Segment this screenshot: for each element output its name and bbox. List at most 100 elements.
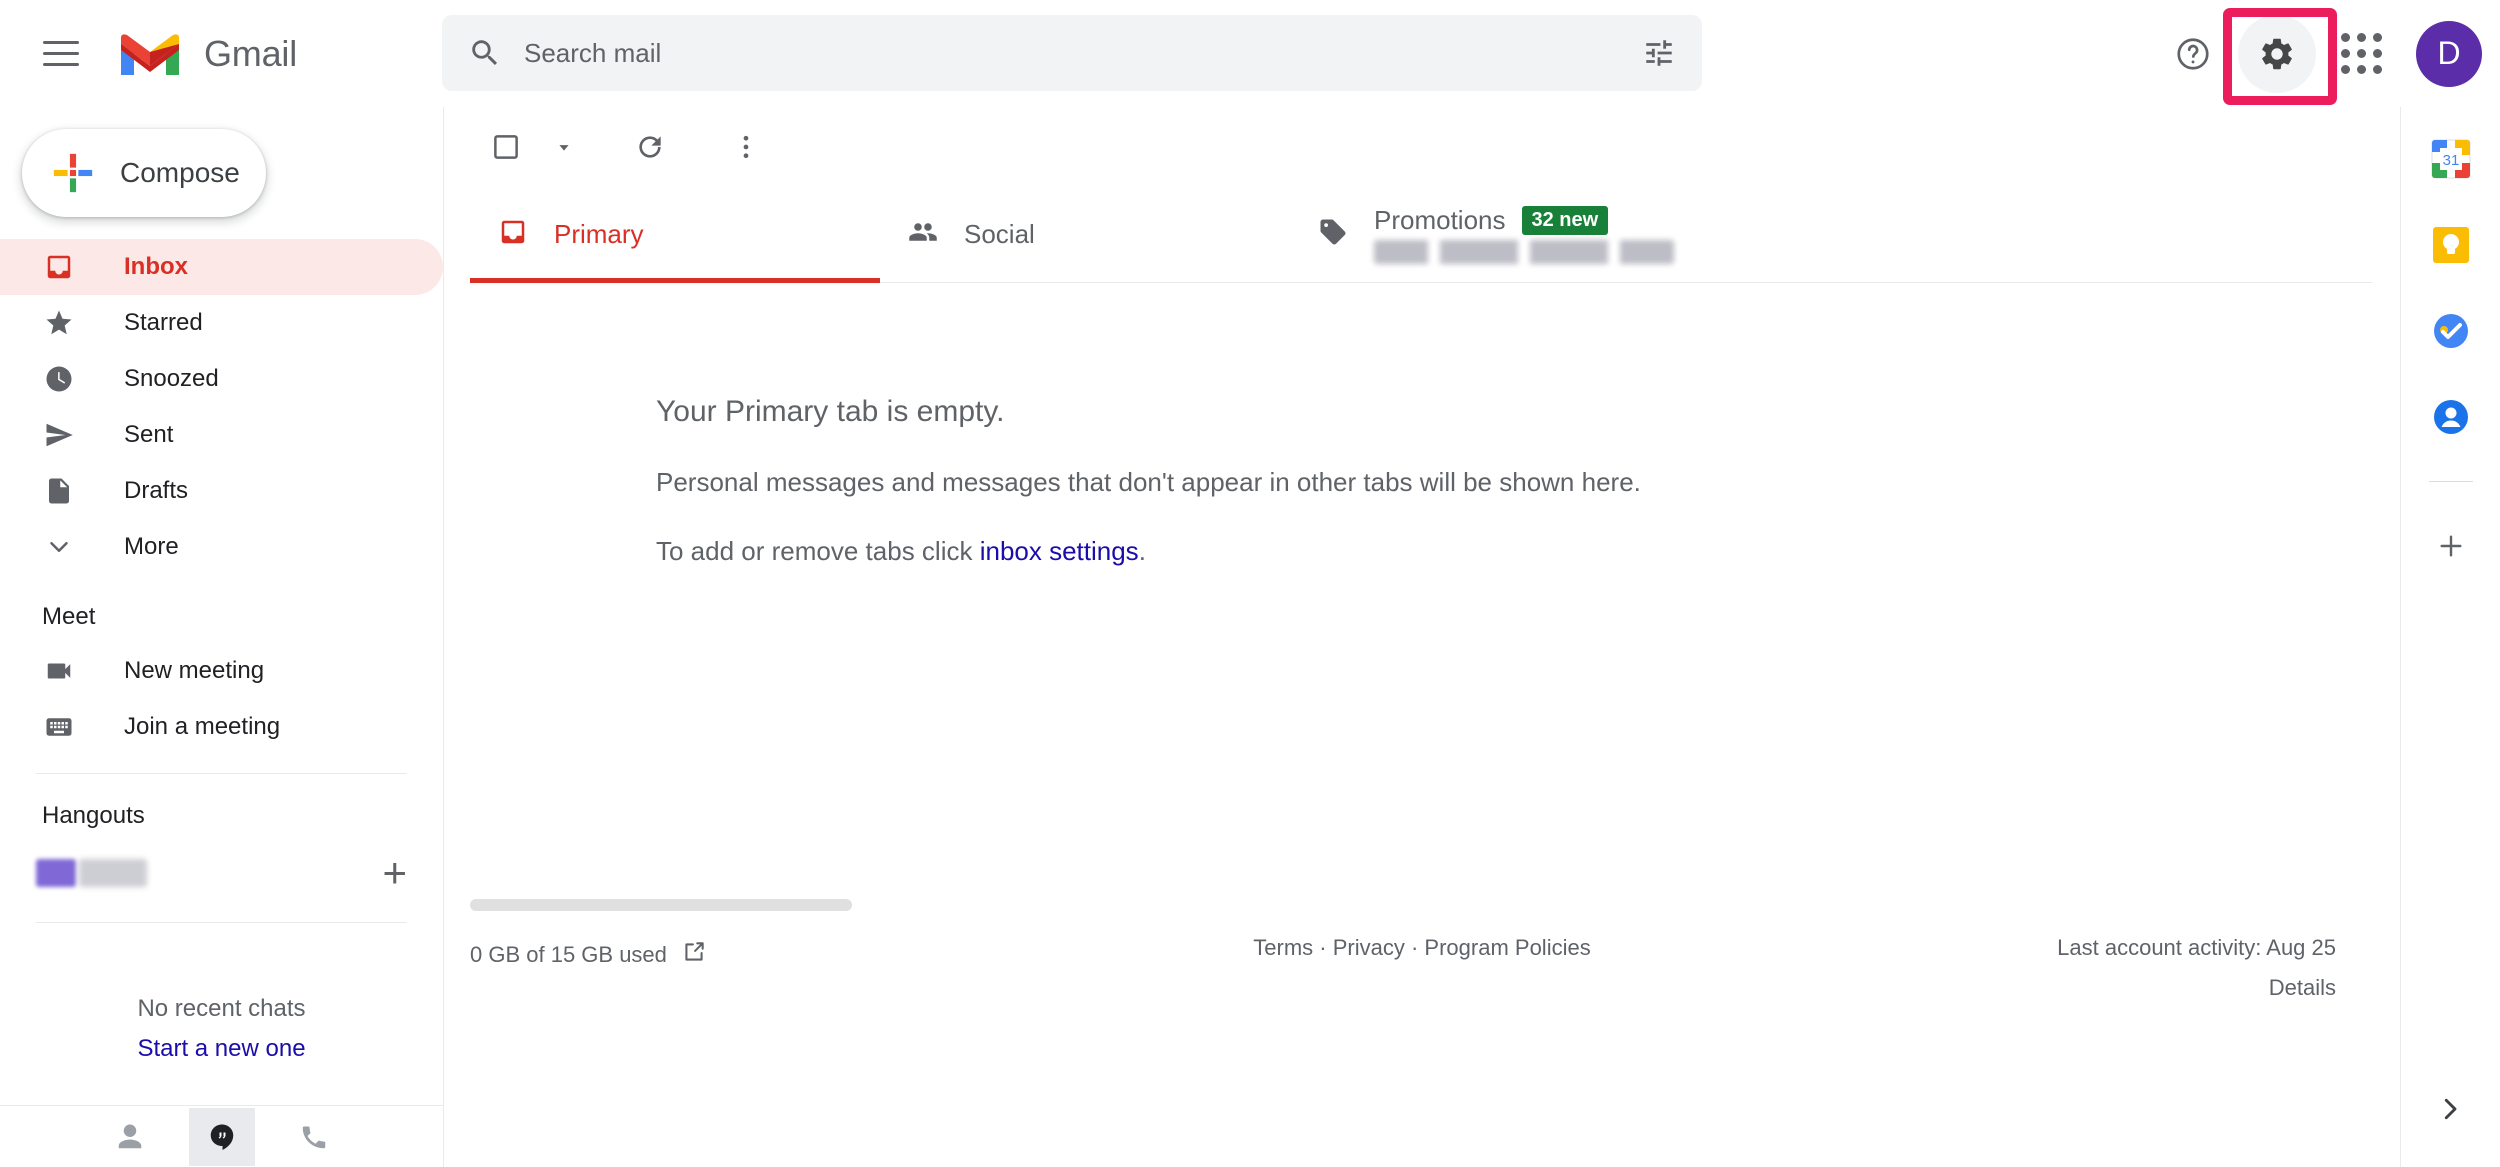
search-bar[interactable] bbox=[442, 15, 1702, 91]
inbox-category-tabs: Primary Social Promotion bbox=[470, 187, 2372, 283]
main-footer: 0 GB of 15 GB used Terms · Privacy · Pro… bbox=[444, 877, 2400, 1167]
privacy-link[interactable]: Privacy bbox=[1333, 935, 1405, 960]
search-icon bbox=[468, 36, 502, 70]
hangouts-add-icon[interactable]: + bbox=[382, 852, 407, 894]
no-recent-chats-text: No recent chats bbox=[0, 995, 443, 1023]
draft-icon bbox=[42, 474, 76, 508]
hangouts-divider bbox=[36, 922, 407, 923]
status-badge: 32 new bbox=[1522, 206, 1609, 235]
inbox-settings-link[interactable]: inbox settings bbox=[980, 536, 1139, 566]
sidebar-item-starred[interactable]: Starred bbox=[0, 295, 443, 351]
start-new-chat-link[interactable]: Start a new one bbox=[0, 1035, 443, 1063]
top-right-actions: D bbox=[2154, 0, 2482, 107]
hangouts-user-redacted bbox=[79, 859, 147, 887]
terms-link[interactable]: Terms bbox=[1253, 935, 1313, 960]
hangouts-section-title: Hangouts bbox=[0, 802, 443, 830]
tab-promotions-senders-redacted bbox=[1374, 240, 1674, 264]
tab-social[interactable]: Social bbox=[880, 187, 1290, 282]
sidebar-item-inbox[interactable]: Inbox bbox=[0, 239, 443, 295]
google-keep-icon[interactable] bbox=[2429, 223, 2473, 267]
svg-text:31: 31 bbox=[2442, 152, 2459, 169]
conversations-tab[interactable] bbox=[189, 1108, 255, 1166]
empty-state-settings-line: To add or remove tabs click inbox settin… bbox=[656, 536, 2400, 567]
sidebar-item-drafts[interactable]: Drafts bbox=[0, 463, 443, 519]
contacts-tab[interactable] bbox=[97, 1108, 163, 1166]
select-all-checkbox[interactable] bbox=[468, 109, 544, 185]
legal-sep: · bbox=[1405, 935, 1425, 960]
sidebar: Compose Inbox Starred bbox=[0, 107, 444, 1167]
inbox-icon bbox=[42, 250, 76, 284]
main-menu-button[interactable] bbox=[22, 15, 100, 93]
sidebar-item-new-meeting[interactable]: New meeting bbox=[0, 643, 443, 699]
more-options-button[interactable] bbox=[708, 109, 784, 185]
chat-mode-tabs bbox=[0, 1105, 444, 1167]
avatar-initial: D bbox=[2437, 35, 2460, 72]
sidebar-item-label: Inbox bbox=[124, 253, 188, 281]
tab-promotions-header: Promotions 32 new bbox=[1374, 205, 1674, 236]
tab-label: Social bbox=[964, 219, 1035, 250]
google-apps-button[interactable] bbox=[2322, 15, 2400, 93]
hamburger-icon-line bbox=[43, 63, 79, 66]
legal-sep: · bbox=[1313, 935, 1333, 960]
support-button[interactable] bbox=[2154, 15, 2232, 93]
gmail-brand[interactable]: Gmail bbox=[118, 30, 297, 78]
empty-state: Your Primary tab is empty. Personal mess… bbox=[444, 283, 2400, 567]
empty-state-suffix: . bbox=[1139, 536, 1146, 566]
show-side-panel-button[interactable] bbox=[2426, 1085, 2474, 1133]
sidebar-item-join-meeting[interactable]: Join a meeting bbox=[0, 699, 443, 755]
settings-button[interactable] bbox=[2238, 15, 2316, 93]
select-options-caret[interactable] bbox=[544, 109, 584, 185]
google-contacts-icon[interactable] bbox=[2429, 395, 2473, 439]
compose-label: Compose bbox=[120, 157, 240, 189]
mail-toolbar bbox=[444, 107, 2400, 187]
person-icon bbox=[115, 1122, 145, 1152]
refresh-button[interactable] bbox=[612, 109, 688, 185]
compose-button[interactable]: Compose bbox=[22, 129, 266, 217]
sidebar-item-label: New meeting bbox=[124, 657, 264, 685]
sidebar-item-label: Join a meeting bbox=[124, 713, 280, 741]
google-calendar-icon[interactable]: 31 bbox=[2429, 137, 2473, 181]
tab-primary[interactable]: Primary bbox=[470, 187, 880, 282]
sidebar-item-sent[interactable]: Sent bbox=[0, 407, 443, 463]
account-activity-details-link[interactable]: Details bbox=[2057, 975, 2336, 1001]
hamburger-icon-line bbox=[43, 41, 79, 44]
add-ons-plus-icon[interactable] bbox=[2429, 524, 2473, 568]
tab-promotions-stack: Promotions 32 new bbox=[1374, 205, 1674, 264]
google-tasks-icon[interactable] bbox=[2429, 309, 2473, 353]
hangouts-empty-state: No recent chats Start a new one bbox=[0, 995, 443, 1063]
tab-promotions[interactable]: Promotions 32 new bbox=[1290, 187, 1810, 282]
compose-plus-icon bbox=[50, 150, 96, 196]
clock-icon bbox=[42, 362, 76, 396]
sidebar-nav-list: Inbox Starred Snoozed bbox=[0, 239, 443, 575]
hangouts-icon bbox=[207, 1122, 237, 1152]
account-activity: Last account activity: Aug 25 Details bbox=[2057, 935, 2336, 1001]
storage-progress-bar bbox=[470, 899, 852, 911]
search-options-icon[interactable] bbox=[1642, 36, 1676, 70]
meet-section-title: Meet bbox=[0, 603, 443, 631]
main-content: Primary Social Promotion bbox=[444, 107, 2400, 1167]
gmail-app: Gmail bbox=[0, 0, 2500, 1167]
empty-state-prefix: To add or remove tabs click bbox=[656, 536, 980, 566]
brand-title: Gmail bbox=[204, 33, 297, 75]
tab-label: Primary bbox=[554, 219, 644, 250]
people-icon bbox=[908, 217, 938, 252]
chevron-down-icon bbox=[42, 530, 76, 564]
sidebar-divider bbox=[36, 773, 407, 774]
gear-icon bbox=[2258, 35, 2296, 73]
apps-grid-icon bbox=[2341, 33, 2382, 74]
hangouts-current-user[interactable]: + bbox=[0, 842, 443, 904]
side-panel-rail: 31 bbox=[2400, 107, 2500, 1167]
phone-icon bbox=[299, 1122, 329, 1152]
sidebar-item-snoozed[interactable]: Snoozed bbox=[0, 351, 443, 407]
sidebar-item-label: Starred bbox=[124, 309, 203, 337]
avatar[interactable]: D bbox=[2416, 21, 2482, 87]
sidebar-item-label: Sent bbox=[124, 421, 173, 449]
program-policies-link[interactable]: Program Policies bbox=[1424, 935, 1590, 960]
sidebar-item-more[interactable]: More bbox=[0, 519, 443, 575]
video-camera-icon bbox=[42, 654, 76, 688]
star-icon bbox=[42, 306, 76, 340]
top-bar: Gmail bbox=[0, 0, 2500, 107]
phone-tab[interactable] bbox=[281, 1108, 347, 1166]
search-input[interactable] bbox=[524, 38, 1642, 69]
last-account-activity-text: Last account activity: Aug 25 bbox=[2057, 935, 2336, 961]
